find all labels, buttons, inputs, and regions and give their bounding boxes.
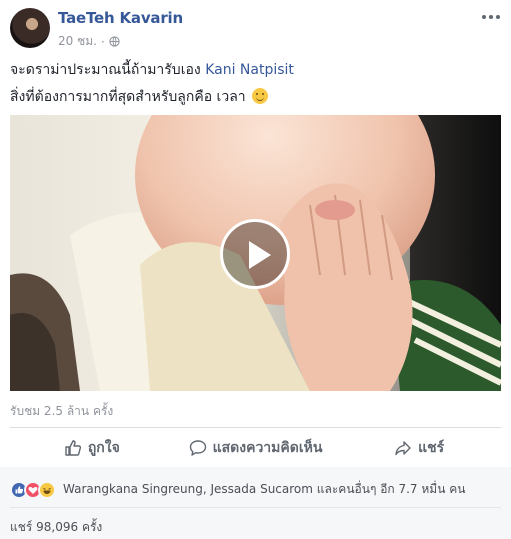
post-text-body: สิ่งที่ต้องการมากที่สุดสำหรับลูกคือ เวลา bbox=[10, 89, 246, 105]
post-timestamp[interactable]: 20 ชม. bbox=[58, 32, 97, 51]
video-player[interactable] bbox=[10, 115, 501, 391]
more-dot bbox=[489, 15, 493, 19]
share-arrow-icon bbox=[395, 441, 411, 456]
post-meta: 20 ชม. · bbox=[58, 32, 120, 51]
smiling-face-emoji-icon bbox=[252, 88, 269, 104]
actions-divider-top bbox=[10, 427, 501, 428]
comment-button[interactable]: แสดงความคิดเห็น bbox=[174, 430, 338, 466]
share-button[interactable]: แชร์ bbox=[337, 430, 501, 466]
author-avatar[interactable] bbox=[10, 8, 50, 48]
post-actions: ถูกใจ แสดงความคิดเห็น แชร์ bbox=[10, 430, 501, 466]
feed-post: TaeTeh Kavarin 20 ชม. · จะดราม่าประมาณนี… bbox=[0, 0, 511, 539]
reactors-names[interactable]: Warangkana Singreung, Jessada Sucarom แล… bbox=[63, 480, 465, 499]
post-text: จะดราม่าประมาณนี้ถ้ามารับเอง Kani Natpis… bbox=[10, 57, 500, 111]
globe-icon[interactable] bbox=[109, 36, 120, 47]
more-dot bbox=[496, 15, 500, 19]
haha-reaction-icon bbox=[38, 480, 56, 499]
play-icon[interactable] bbox=[220, 219, 290, 289]
reactions-divider bbox=[10, 507, 501, 508]
like-label: ถูกใจ bbox=[87, 440, 120, 456]
thumbs-up-icon bbox=[65, 440, 81, 456]
share-label: แชร์ bbox=[418, 440, 445, 456]
reactions-section: Warangkana Singreung, Jessada Sucarom แล… bbox=[0, 467, 511, 539]
meta-separator: · bbox=[100, 34, 105, 49]
reactions-summary[interactable]: Warangkana Singreung, Jessada Sucarom แล… bbox=[10, 480, 465, 499]
like-button[interactable]: ถูกใจ bbox=[10, 430, 174, 466]
comment-label: แสดงความคิดเห็น bbox=[212, 440, 323, 456]
view-count: รับชม 2.5 ล้าน ครั้ง bbox=[10, 404, 114, 418]
post-text-line-1: จะดราม่าประมาณนี้ถ้ามารับเอง Kani Natpis… bbox=[10, 57, 500, 84]
author-name[interactable]: TaeTeh Kavarin bbox=[58, 9, 183, 27]
more-options-button[interactable] bbox=[479, 10, 503, 24]
mention-link[interactable]: Kani Natpisit bbox=[205, 62, 294, 78]
post-text-line-2: สิ่งที่ต้องการมากที่สุดสำหรับลูกคือ เวลา bbox=[10, 84, 500, 111]
post-text-prefix: จะดราม่าประมาณนี้ถ้ามารับเอง bbox=[10, 62, 206, 78]
comment-icon bbox=[189, 440, 206, 456]
more-dot bbox=[482, 15, 486, 19]
share-count[interactable]: แชร์ 98,096 ครั้ง bbox=[10, 518, 102, 537]
reaction-icons bbox=[10, 480, 56, 499]
